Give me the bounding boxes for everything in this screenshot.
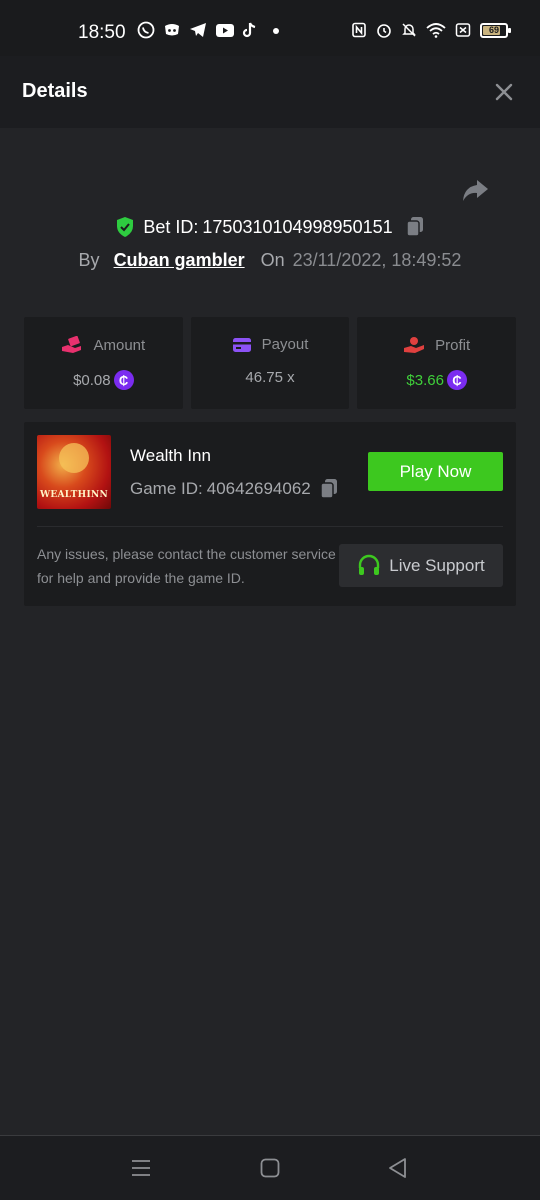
discord-icon <box>163 21 181 39</box>
system-icons: 69 <box>351 22 511 38</box>
page-title: Details <box>22 80 88 102</box>
stat-label: Payout <box>261 336 309 353</box>
stat-value: $3.66 <box>406 371 444 389</box>
battery-level: 69 <box>488 25 499 35</box>
copy-icon <box>320 479 337 499</box>
on-label: On <box>260 250 285 270</box>
nfc-icon <box>351 22 367 38</box>
telegram-icon <box>189 21 207 39</box>
stat-value: $0.08 <box>73 371 111 389</box>
game-id-value: 40642694062 <box>206 479 311 498</box>
wifi-icon <box>426 22 446 38</box>
coin-icon: ₵ <box>113 370 134 390</box>
back-icon[interactable] <box>386 1156 410 1180</box>
by-label: By <box>78 250 100 270</box>
live-support-label: Live Support <box>389 555 485 575</box>
stat-label: Profit <box>435 336 471 354</box>
stat-value: 46.75 x <box>245 369 295 386</box>
stat-profit: Profit $3.66 ₵ <box>357 317 517 409</box>
shield-check-icon <box>117 217 134 237</box>
help-text: Any issues, please contact the customer … <box>37 546 336 586</box>
status-time: 18:50 <box>78 22 126 43</box>
divider <box>37 526 503 527</box>
profit-hand-icon <box>404 337 425 353</box>
game-thumbnail[interactable]: WEALTHINN <box>37 435 111 509</box>
hand-coins-icon <box>62 336 82 353</box>
bet-stats: Amount $0.08 ₵ Payout 46.75 x Profit $3.… <box>24 317 517 409</box>
bet-id-label: Bet ID: <box>143 216 199 237</box>
details-header: Details <box>0 56 540 128</box>
stat-payout: Payout 46.75 x <box>190 317 350 409</box>
system-nav-bar <box>0 1135 540 1200</box>
menu-icon[interactable] <box>129 1156 153 1180</box>
user-link[interactable]: Cuban gambler <box>114 250 245 271</box>
close-button[interactable] <box>490 78 518 106</box>
tiktok-icon <box>241 21 259 39</box>
game-id-label: Game ID: <box>130 479 203 498</box>
share-icon <box>463 180 488 201</box>
copy-bet-id-button[interactable] <box>405 216 425 238</box>
copy-game-id-button[interactable] <box>319 478 339 500</box>
game-name: Wealth Inn <box>130 446 211 465</box>
dot-icon <box>267 21 285 39</box>
close-icon <box>495 83 513 101</box>
whatsapp-icon <box>137 21 155 39</box>
play-now-button[interactable]: Play Now <box>368 452 503 491</box>
share-button[interactable] <box>460 178 492 206</box>
status-bar: 18:50 69 <box>0 0 540 56</box>
alarm-icon <box>376 22 392 38</box>
thumbnail-title: WEALTHINN <box>39 490 109 500</box>
game-card: WEALTHINN Wealth Inn Game ID: 4064269406… <box>24 422 516 606</box>
coin-icon: ₵ <box>446 370 467 390</box>
youtube-icon <box>215 21 234 39</box>
home-icon[interactable] <box>258 1156 282 1180</box>
headset-icon <box>359 554 380 575</box>
bet-id-row: Bet ID: 1750310104998950151 <box>0 216 540 238</box>
notification-icons <box>137 21 285 39</box>
live-support-button[interactable]: Live Support <box>339 544 503 587</box>
stat-label: Amount <box>93 336 146 354</box>
bet-date: 23/11/2022, 18:49:52 <box>292 250 462 270</box>
bet-id-value: 1750310104998950151 <box>202 216 393 237</box>
bet-meta-row: By Cuban gambler On 23/11/2022, 18:49:52 <box>0 250 540 271</box>
stat-amount: Amount $0.08 ₵ <box>24 317 183 409</box>
card-icon <box>232 337 251 352</box>
x-box-icon <box>455 22 471 38</box>
battery-icon: 69 <box>480 22 511 38</box>
game-id-row: Game ID: 40642694062 <box>130 478 339 500</box>
mute-icon <box>401 22 417 38</box>
copy-icon <box>405 217 423 237</box>
